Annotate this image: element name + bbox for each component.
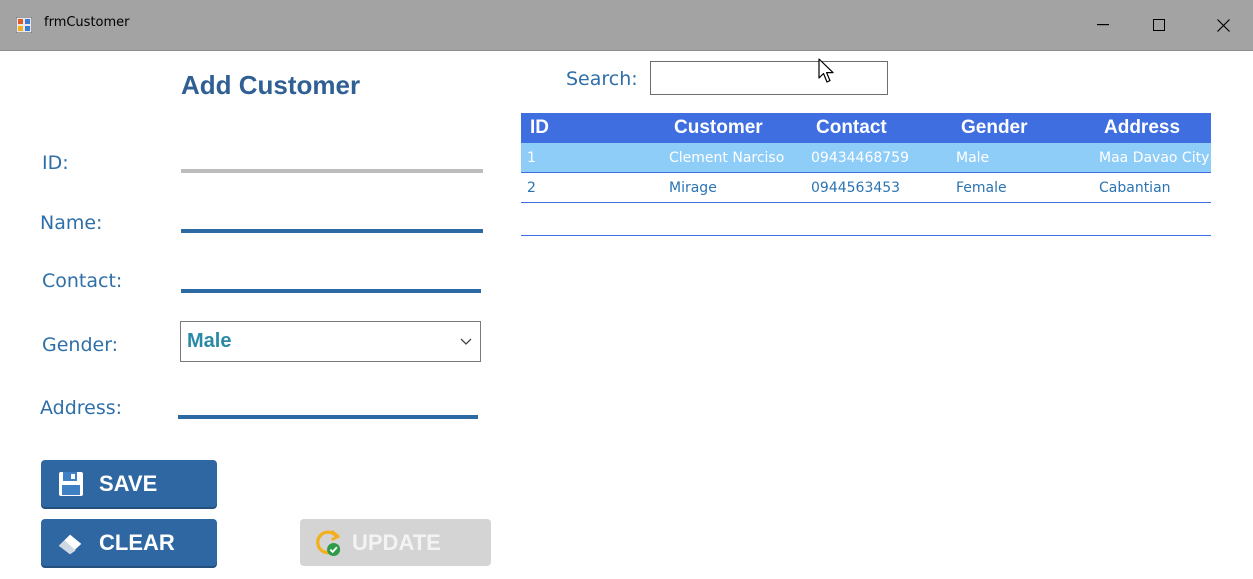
contact-label: Contact: bbox=[42, 270, 123, 292]
minimize-button[interactable] bbox=[1080, 0, 1126, 50]
table-new-row[interactable] bbox=[521, 203, 1211, 236]
table-header: ID Customer Contact Gender Address bbox=[521, 113, 1211, 143]
clear-button-label: CLEAR bbox=[99, 529, 175, 555]
search-input[interactable] bbox=[650, 61, 888, 95]
cell-contact: 0944563453 bbox=[811, 179, 901, 196]
name-label: Name: bbox=[40, 212, 103, 234]
cell-gender: Female bbox=[956, 179, 1007, 196]
save-button[interactable]: SAVE bbox=[41, 460, 217, 507]
cell-id: 2 bbox=[527, 179, 536, 196]
save-button-label: SAVE bbox=[99, 470, 158, 496]
column-header-address[interactable]: Address bbox=[1104, 113, 1180, 143]
floppy-disk-icon bbox=[57, 470, 85, 498]
mouse-cursor-icon bbox=[818, 58, 834, 83]
update-button[interactable]: UPDATE bbox=[300, 519, 491, 566]
cell-contact: 09434468759 bbox=[811, 149, 909, 166]
address-label: Address: bbox=[40, 397, 123, 419]
column-header-gender[interactable]: Gender bbox=[961, 113, 1028, 143]
clear-button[interactable]: CLEAR bbox=[41, 519, 217, 566]
minimize-icon bbox=[1097, 24, 1109, 26]
maximize-icon bbox=[1153, 19, 1165, 31]
chevron-down-icon bbox=[460, 338, 472, 345]
cell-gender: Male bbox=[956, 149, 990, 166]
form-heading: Add Customer bbox=[181, 70, 361, 100]
cell-address: Cabantian bbox=[1099, 179, 1171, 196]
column-header-contact[interactable]: Contact bbox=[816, 113, 887, 143]
window-title: frmCustomer bbox=[44, 15, 130, 30]
cell-id: 1 bbox=[527, 149, 536, 166]
close-button[interactable] bbox=[1200, 0, 1246, 50]
search-label: Search: bbox=[566, 68, 638, 90]
column-header-id[interactable]: ID bbox=[530, 113, 549, 143]
address-field[interactable] bbox=[178, 415, 478, 419]
id-field[interactable] bbox=[181, 169, 483, 173]
form-icon bbox=[16, 17, 32, 33]
name-field[interactable] bbox=[181, 229, 483, 233]
eraser-icon bbox=[57, 529, 85, 557]
contact-field[interactable] bbox=[181, 289, 481, 293]
refresh-check-icon bbox=[314, 529, 342, 557]
maximize-button[interactable] bbox=[1136, 0, 1182, 50]
id-label: ID: bbox=[42, 152, 69, 174]
column-header-customer[interactable]: Customer bbox=[674, 113, 763, 143]
gender-label: Gender: bbox=[42, 334, 119, 356]
table-row[interactable]: 1 Clement Narciso 09434468759 Male Maa D… bbox=[521, 143, 1211, 173]
cell-customer: Mirage bbox=[669, 179, 717, 196]
cell-address: Maa Davao City bbox=[1099, 149, 1210, 166]
cell-customer: Clement Narciso bbox=[669, 149, 785, 166]
gender-selected-value: Male bbox=[187, 330, 232, 352]
close-icon bbox=[1216, 18, 1230, 32]
update-button-label: UPDATE bbox=[352, 529, 441, 555]
title-bar: frmCustomer bbox=[0, 0, 1253, 51]
customer-table[interactable]: ID Customer Contact Gender Address 1 Cle… bbox=[521, 113, 1211, 236]
gender-select[interactable]: Male bbox=[180, 321, 481, 362]
table-row[interactable]: 2 Mirage 0944563453 Female Cabantian bbox=[521, 173, 1211, 203]
